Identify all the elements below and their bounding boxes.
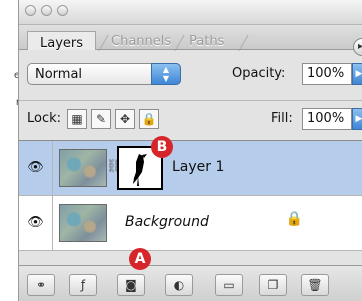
tab-paths[interactable]: Paths xyxy=(189,34,224,49)
fill-label: Fill: xyxy=(271,111,293,126)
layers-panel: Layers Channels Paths ▸ Normal ▲▼ Opacit… xyxy=(18,0,362,301)
layer-name[interactable]: Background xyxy=(125,214,209,230)
mask-icon: ◙ xyxy=(125,278,137,292)
padlock-icon: 🔒 xyxy=(141,112,157,126)
visibility-eye-icon[interactable]: 👁 xyxy=(19,141,53,195)
add-layer-mask-button[interactable]: ◙ xyxy=(117,274,145,296)
panel-menu-icon[interactable]: ▸ xyxy=(353,38,362,56)
opacity-label: Opacity: xyxy=(232,66,286,81)
callout-marker-a: A xyxy=(129,248,151,270)
layer-thumbnail xyxy=(59,149,107,187)
callout-marker-b: B xyxy=(151,136,173,158)
zoom-window-button[interactable] xyxy=(57,5,68,16)
opacity-input[interactable]: 100% xyxy=(302,63,352,85)
fill-slider-arrow-icon[interactable]: ▶ xyxy=(352,108,362,130)
background-page-edge: e r xyxy=(0,0,20,301)
lock-fill-row: Lock: ▦ ✎ ✥ 🔒 Fill: 100% ▶ xyxy=(19,100,362,139)
folder-icon: ▭ xyxy=(223,278,235,292)
layer-locked-icon: 🔒 xyxy=(285,211,303,227)
lock-label: Lock: xyxy=(27,111,62,126)
half-circle-icon: ◐ xyxy=(173,278,185,292)
blend-opacity-row: Normal ▲ ▼ Opacity: 100% ▶ xyxy=(19,56,362,92)
close-window-button[interactable] xyxy=(25,5,36,16)
lock-image-pixels-button[interactable]: ✎ xyxy=(91,109,111,129)
lock-position-button[interactable]: ✥ xyxy=(115,109,135,129)
blend-mode-select[interactable]: Normal ▲ ▼ xyxy=(27,63,181,85)
up-down-arrows-icon: ▲ ▼ xyxy=(151,63,181,85)
move-arrows-icon: ✥ xyxy=(119,112,131,126)
lock-all-button[interactable]: 🔒 xyxy=(139,109,159,129)
panel-titlebar xyxy=(19,0,362,25)
lock-transparent-pixels-button[interactable]: ▦ xyxy=(67,109,87,129)
new-group-button[interactable]: ▭ xyxy=(215,274,243,296)
minimize-window-button[interactable] xyxy=(41,5,52,16)
new-layer-button[interactable]: ❐ xyxy=(259,274,287,296)
layer-row-layer-1[interactable]: 👁 ⛓ Layer 1 xyxy=(19,141,362,196)
tab-divider xyxy=(174,35,185,51)
tab-divider xyxy=(98,35,109,51)
panel-tabs: Layers Channels Paths ▸ xyxy=(19,25,362,56)
layer-name[interactable]: Layer 1 xyxy=(172,159,224,175)
link-icon: ⚭ xyxy=(35,278,47,292)
checker-icon: ▦ xyxy=(71,112,83,126)
new-adjustment-layer-button[interactable]: ◐ xyxy=(165,274,193,296)
panel-bottom-toolbar: ⚭ ƒ ◙ ◐ ▭ ❐ 🗑 xyxy=(19,265,362,301)
delete-layer-button[interactable]: 🗑 xyxy=(301,274,329,296)
layer-row-background[interactable]: 👁 Background 🔒 xyxy=(19,196,362,251)
layer-thumbnail xyxy=(59,204,107,242)
layers-list: 👁 ⛓ Layer 1 👁 Background 🔒 xyxy=(19,140,362,251)
brush-icon: ✎ xyxy=(95,112,107,126)
blend-mode-value: Normal xyxy=(35,67,83,82)
add-layer-style-button[interactable]: ƒ xyxy=(69,274,97,296)
trash-icon: 🗑 xyxy=(307,278,323,292)
tab-layers[interactable]: Layers xyxy=(27,31,97,51)
new-page-icon: ❐ xyxy=(267,278,279,292)
opacity-slider-arrow-icon[interactable]: ▶ xyxy=(352,63,362,85)
tab-divider xyxy=(238,35,249,51)
fx-icon: ƒ xyxy=(80,278,86,292)
fill-input[interactable]: 100% xyxy=(302,108,352,130)
link-layers-button[interactable]: ⚭ xyxy=(27,274,55,296)
visibility-eye-icon[interactable]: 👁 xyxy=(19,196,53,250)
tab-channels[interactable]: Channels xyxy=(111,34,171,49)
